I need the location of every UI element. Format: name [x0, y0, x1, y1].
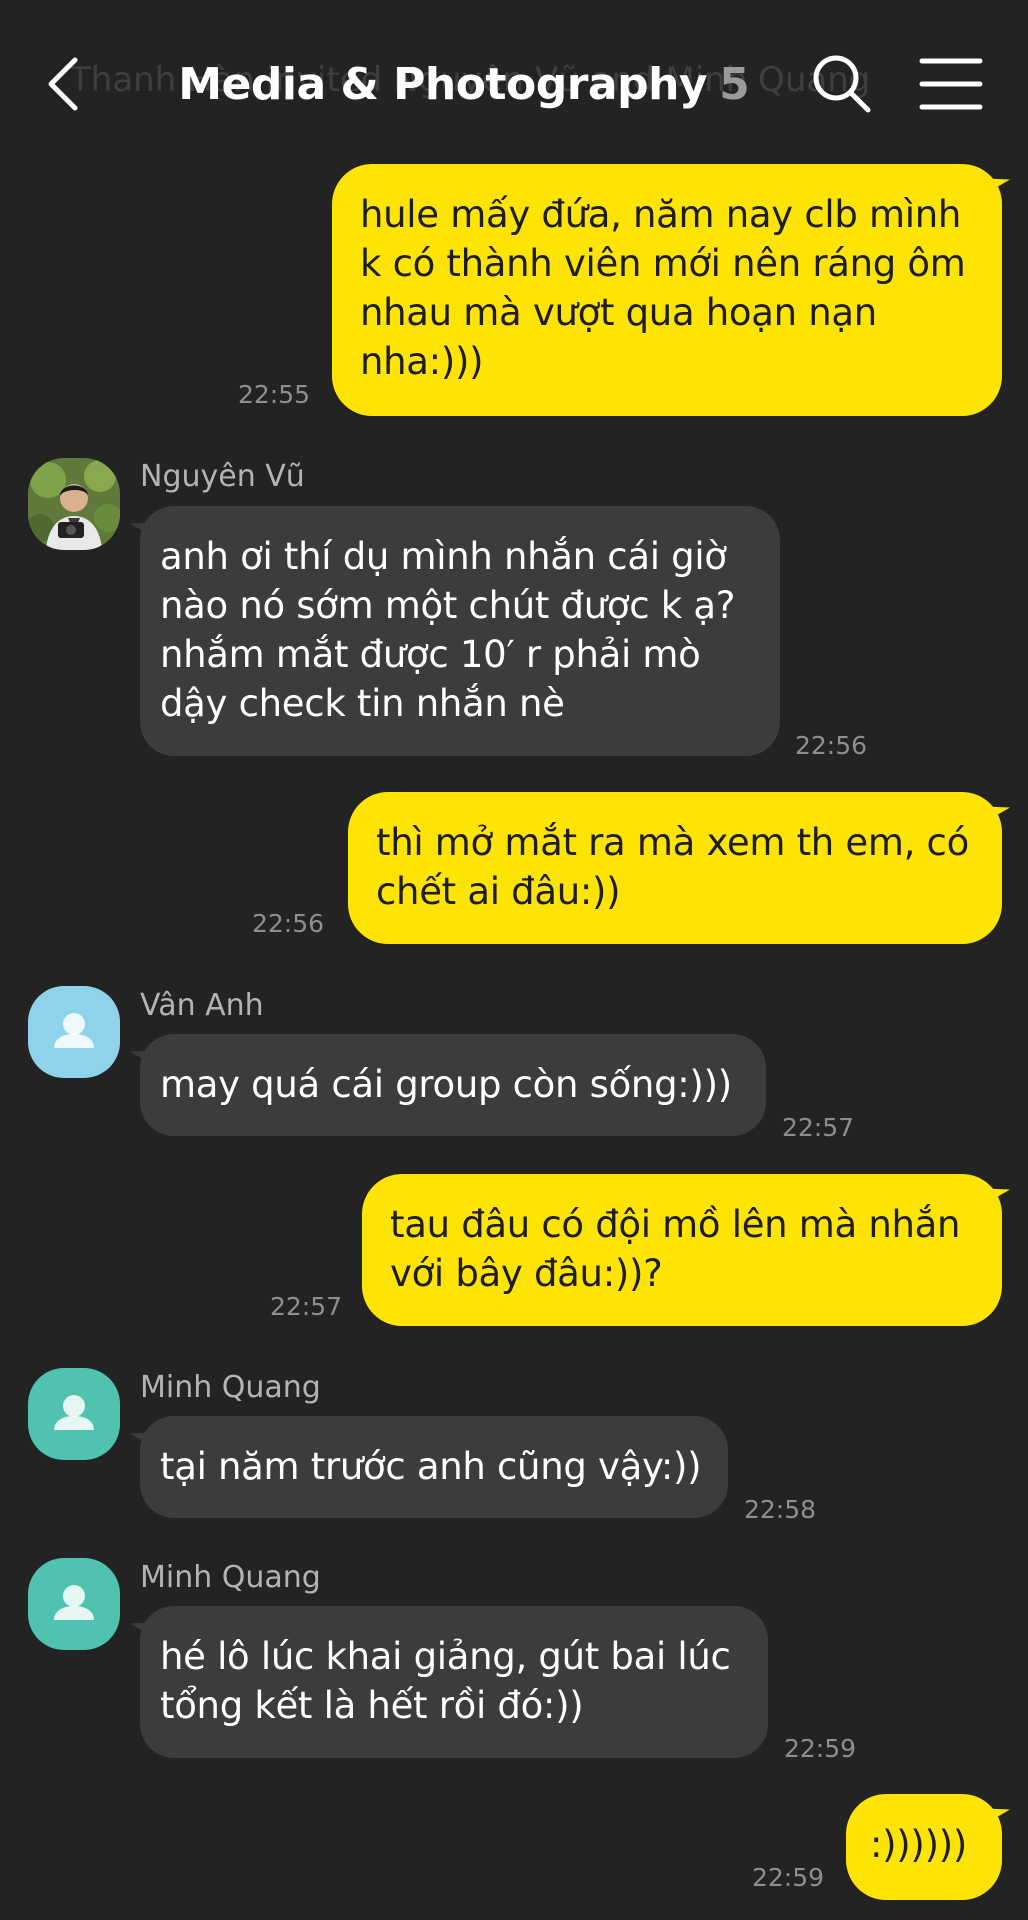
- avatar[interactable]: [28, 1368, 120, 1460]
- message-bubble[interactable]: hé lô lúc khai giảng, gút bai lúc tổng k…: [140, 1606, 768, 1758]
- avatar[interactable]: [28, 986, 120, 1078]
- default-user-icon: [54, 1013, 94, 1048]
- message-text-line: với bây đâu:))?: [390, 1252, 663, 1295]
- avatar[interactable]: [28, 1558, 120, 1650]
- message-text-line: k có thành viên mới nên ráng ôm: [360, 242, 966, 285]
- search-icon: [813, 55, 871, 113]
- message-text-line: may quá cái group còn sống:))): [160, 1063, 732, 1106]
- message-text-line: tổng kết là hết rồi đó:)): [160, 1684, 584, 1727]
- message-time: 22:55: [238, 380, 311, 409]
- menu-button[interactable]: [918, 56, 984, 112]
- message-text-line: tau đâu có đội mồ lên mà nhắn: [390, 1203, 961, 1246]
- message-text-line: thì mở mắt ra mà xem th em, có: [376, 821, 969, 864]
- message-bubble[interactable]: :)))))): [846, 1794, 1002, 1900]
- message-text-line: chết ai đâu:)): [376, 870, 621, 913]
- message-text-line: anh ơi thí dụ mình nhắn cái giờ: [160, 535, 727, 578]
- chat-title: Media & Photography: [178, 58, 708, 110]
- message-time: 22:59: [752, 1863, 825, 1892]
- message-bubble[interactable]: anh ơi thí dụ mình nhắn cái giờ nào nó s…: [140, 506, 780, 756]
- user-photo-avatar: [28, 458, 120, 550]
- member-count: 5: [719, 58, 750, 110]
- chat-header: Thanh Hàn invited Nguyên Vũ and Minh Qua…: [0, 0, 1028, 150]
- sender-name: Nguyên Vũ: [140, 459, 305, 494]
- message-time: 22:57: [782, 1113, 855, 1142]
- avatar[interactable]: [28, 458, 120, 550]
- message-time: 22:56: [252, 909, 325, 938]
- message-text-line: tại năm trước anh cũng vậy:)): [160, 1445, 702, 1488]
- sender-name: Vân Anh: [140, 988, 264, 1023]
- message-text-line: dậy check tin nhắn nè: [160, 682, 565, 725]
- message-bubble[interactable]: tại năm trước anh cũng vậy:)): [140, 1416, 728, 1518]
- chat-screen: Thanh Hàn invited Nguyên Vũ and Minh Qua…: [0, 0, 1028, 1920]
- message-text-line: nhau mà vượt qua hoạn nạn: [360, 291, 877, 334]
- hamburger-menu-icon: [919, 58, 983, 110]
- sender-name: Minh Quang: [140, 1370, 321, 1405]
- message-text-line: nha:))): [360, 340, 484, 383]
- chevron-left-icon: [48, 57, 78, 111]
- message-bubble[interactable]: tau đâu có đội mồ lên mà nhắn với bây đâ…: [362, 1174, 1002, 1326]
- default-user-icon: [54, 1395, 94, 1430]
- message-time: 22:57: [270, 1292, 343, 1321]
- message-bubble[interactable]: may quá cái group còn sống:))): [140, 1034, 766, 1136]
- message-text-line: nhắm mắt được 10′ r phải mò: [160, 633, 701, 676]
- chat-title-area[interactable]: Media & Photography 5: [150, 54, 778, 114]
- message-text-line: nào nó sớm một chút được k ạ?: [160, 584, 736, 627]
- message-text-line: :)))))): [870, 1823, 967, 1866]
- search-button[interactable]: [810, 52, 874, 116]
- message-time: 22:58: [744, 1495, 817, 1524]
- default-user-icon: [54, 1585, 94, 1620]
- message-bubble[interactable]: thì mở mắt ra mà xem th em, có chết ai đ…: [348, 792, 1002, 944]
- message-time: 22:59: [784, 1734, 857, 1763]
- message-text-line: hé lô lúc khai giảng, gút bai lúc: [160, 1635, 731, 1678]
- message-bubble[interactable]: hule mấy đứa, năm nay clb mình k có thàn…: [332, 164, 1002, 416]
- message-text-line: hule mấy đứa, năm nay clb mình: [360, 193, 962, 236]
- sender-name: Minh Quang: [140, 1560, 321, 1595]
- back-button[interactable]: [38, 52, 88, 116]
- message-time: 22:56: [795, 731, 868, 760]
